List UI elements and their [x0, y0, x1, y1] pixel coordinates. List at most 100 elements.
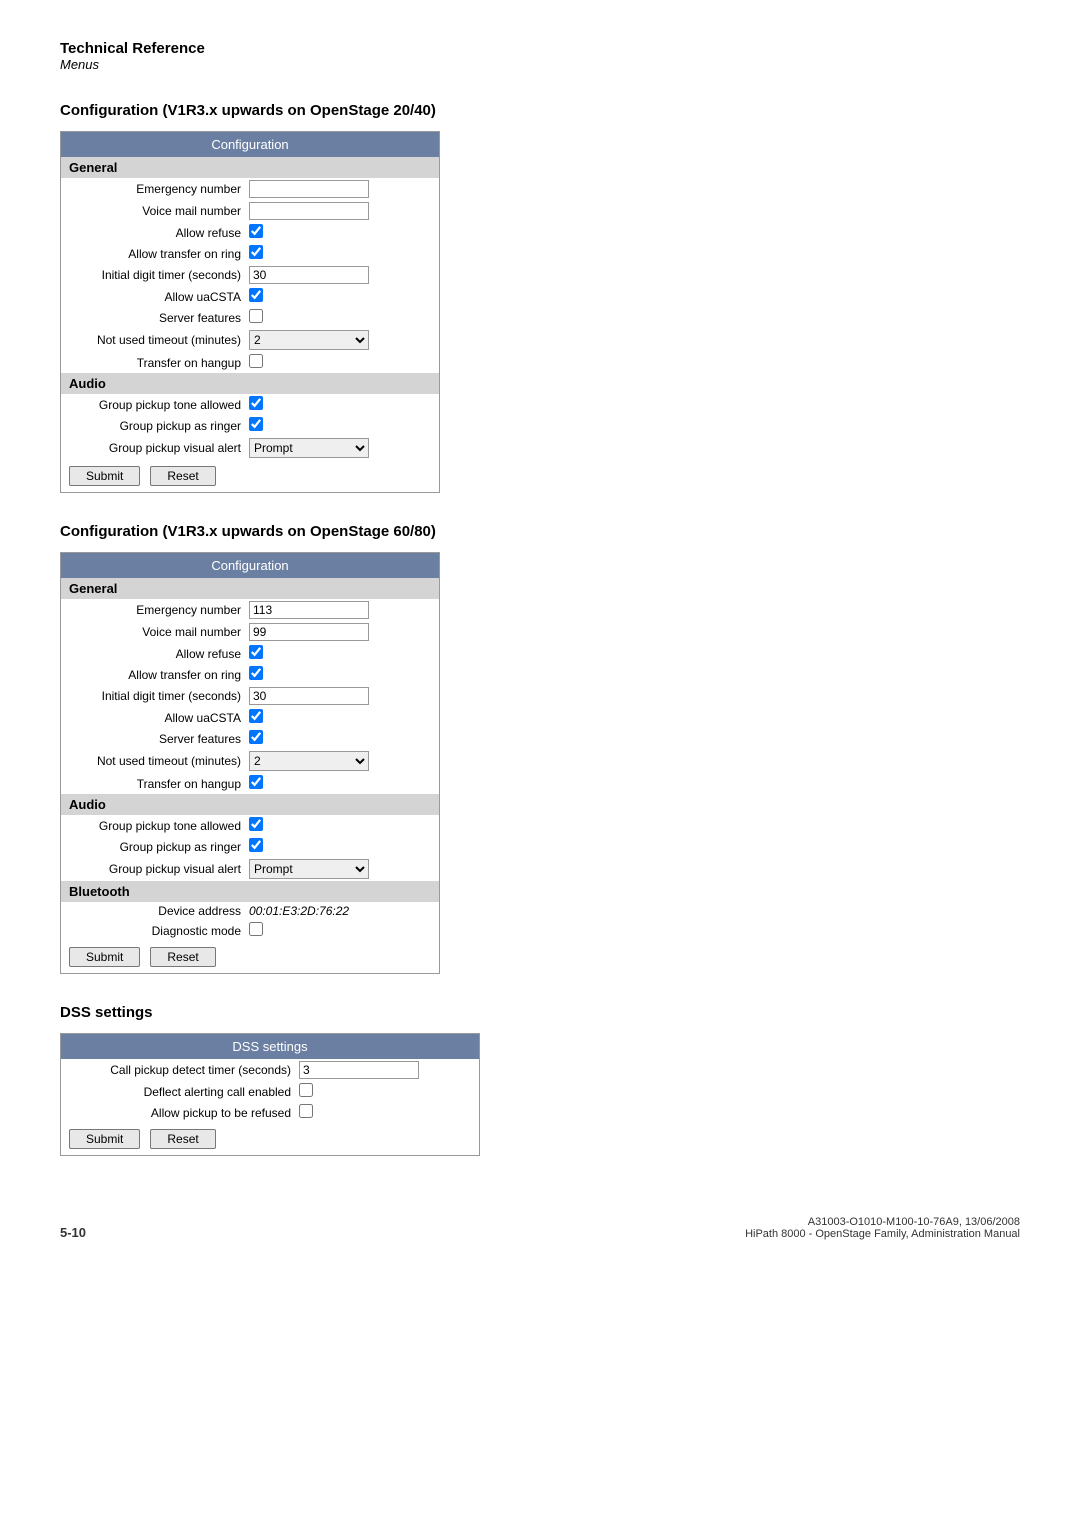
table-row: Call pickup detect timer (seconds)	[61, 1059, 479, 1081]
table-row: Voice mail number	[61, 621, 439, 643]
table-row: Server features	[61, 728, 439, 749]
submit-button-2[interactable]: Submit	[69, 947, 140, 967]
allow-uacsta-checkbox-1[interactable]	[249, 288, 263, 302]
document-ref: A31003-O1010-M100-10-76A9, 13/06/2008	[745, 1216, 1020, 1228]
pickup-tone-checkbox-1[interactable]	[249, 396, 263, 410]
row-value	[249, 354, 431, 371]
table-row: Server features	[61, 307, 439, 328]
row-value	[249, 224, 431, 241]
row-value	[249, 709, 431, 726]
pickup-visual-select-1[interactable]: Prompt None	[249, 438, 369, 458]
reset-button-2[interactable]: Reset	[150, 947, 215, 967]
submit-button-3[interactable]: Submit	[69, 1129, 140, 1149]
voicemail-number-input-2[interactable]	[249, 623, 369, 641]
transfer-hangup-checkbox-2[interactable]	[249, 775, 263, 789]
row-value	[249, 623, 431, 641]
table-row: Initial digit timer (seconds)	[61, 264, 439, 286]
row-label: Server features	[69, 311, 249, 325]
button-row-1: Submit Reset	[61, 460, 439, 492]
table-row: Allow uaCSTA	[61, 707, 439, 728]
row-value	[249, 396, 431, 413]
table-row: Allow transfer on ring	[61, 243, 439, 264]
submit-button-1[interactable]: Submit	[69, 466, 140, 486]
row-value	[249, 775, 431, 792]
table-row: Group pickup visual alert Prompt None	[61, 436, 439, 460]
allow-transfer-checkbox-2[interactable]	[249, 666, 263, 680]
emergency-number-input-2[interactable]	[249, 601, 369, 619]
pickup-ringer-checkbox-2[interactable]	[249, 838, 263, 852]
button-row-3: Submit Reset	[61, 1123, 479, 1155]
pickup-ringer-checkbox-1[interactable]	[249, 417, 263, 431]
table-row: Emergency number	[61, 178, 439, 200]
row-label: Deflect alerting call enabled	[69, 1085, 299, 1099]
allow-refuse-checkbox-2[interactable]	[249, 645, 263, 659]
diagnostic-mode-checkbox[interactable]	[249, 922, 263, 936]
row-value	[249, 245, 431, 262]
row-value	[249, 417, 431, 434]
row-value: 00:01:E3:2D:76:22	[249, 904, 431, 918]
emergency-number-input-1[interactable]	[249, 180, 369, 198]
reset-button-1[interactable]: Reset	[150, 466, 215, 486]
row-value: 2 5	[249, 330, 431, 350]
config-panel-1: Configuration General Emergency number V…	[60, 131, 440, 493]
row-label: Voice mail number	[69, 204, 249, 218]
row-value	[249, 309, 431, 326]
reset-button-3[interactable]: Reset	[150, 1129, 215, 1149]
row-label: Transfer on hangup	[69, 356, 249, 370]
voicemail-number-input-1[interactable]	[249, 202, 369, 220]
table-row: Voice mail number	[61, 200, 439, 222]
row-value	[249, 817, 431, 834]
table-row: Allow refuse	[61, 222, 439, 243]
digit-timer-input-2[interactable]	[249, 687, 369, 705]
row-value	[299, 1083, 471, 1100]
row-value	[249, 666, 431, 683]
section2-general-label: General	[61, 578, 439, 599]
server-features-checkbox-1[interactable]	[249, 309, 263, 323]
config-panel-3-title: DSS settings	[61, 1034, 479, 1059]
page-title: Technical Reference	[60, 40, 1020, 57]
table-row: Not used timeout (minutes) 2 5	[61, 749, 439, 773]
pickup-tone-checkbox-2[interactable]	[249, 817, 263, 831]
timeout-select-2[interactable]: 2 5	[249, 751, 369, 771]
row-label: Allow uaCSTA	[69, 290, 249, 304]
deflect-alerting-checkbox[interactable]	[299, 1083, 313, 1097]
row-value	[249, 180, 431, 198]
row-label: Emergency number	[69, 603, 249, 617]
row-label: Initial digit timer (seconds)	[69, 689, 249, 703]
section3: DSS settings DSS settings Call pickup de…	[60, 1004, 1020, 1156]
row-value: Prompt None	[249, 438, 431, 458]
section2-heading: Configuration (V1R3.x upwards on OpenSta…	[60, 523, 1020, 540]
allow-transfer-checkbox-1[interactable]	[249, 245, 263, 259]
table-row: Transfer on hangup	[61, 773, 439, 794]
row-label: Group pickup as ringer	[69, 419, 249, 433]
config-panel-1-title: Configuration	[61, 132, 439, 157]
page-footer: 5-10 A31003-O1010-M100-10-76A9, 13/06/20…	[60, 1216, 1020, 1240]
timeout-select-1[interactable]: 2 5	[249, 330, 369, 350]
row-value	[249, 922, 431, 939]
digit-timer-input-1[interactable]	[249, 266, 369, 284]
row-value	[249, 601, 431, 619]
config-panel-2: Configuration General Emergency number V…	[60, 552, 440, 974]
allow-uacsta-checkbox-2[interactable]	[249, 709, 263, 723]
row-label: Initial digit timer (seconds)	[69, 268, 249, 282]
transfer-hangup-checkbox-1[interactable]	[249, 354, 263, 368]
document-title: HiPath 8000 - OpenStage Family, Administ…	[745, 1228, 1020, 1240]
table-row: Deflect alerting call enabled	[61, 1081, 479, 1102]
pickup-visual-select-2[interactable]: Prompt None	[249, 859, 369, 879]
pickup-timer-input[interactable]	[299, 1061, 419, 1079]
row-value: 2 5	[249, 751, 431, 771]
server-features-checkbox-2[interactable]	[249, 730, 263, 744]
section2-bluetooth-label: Bluetooth	[61, 881, 439, 902]
allow-pickup-refused-checkbox[interactable]	[299, 1104, 313, 1118]
row-value	[249, 266, 431, 284]
page-number: 5-10	[60, 1225, 86, 1240]
row-label: Emergency number	[69, 182, 249, 196]
allow-refuse-checkbox-1[interactable]	[249, 224, 263, 238]
section2-audio-label: Audio	[61, 794, 439, 815]
table-row: Not used timeout (minutes) 2 5	[61, 328, 439, 352]
table-row: Initial digit timer (seconds)	[61, 685, 439, 707]
row-label: Allow pickup to be refused	[69, 1106, 299, 1120]
row-value	[249, 645, 431, 662]
row-label: Group pickup tone allowed	[69, 819, 249, 833]
row-label: Allow uaCSTA	[69, 711, 249, 725]
